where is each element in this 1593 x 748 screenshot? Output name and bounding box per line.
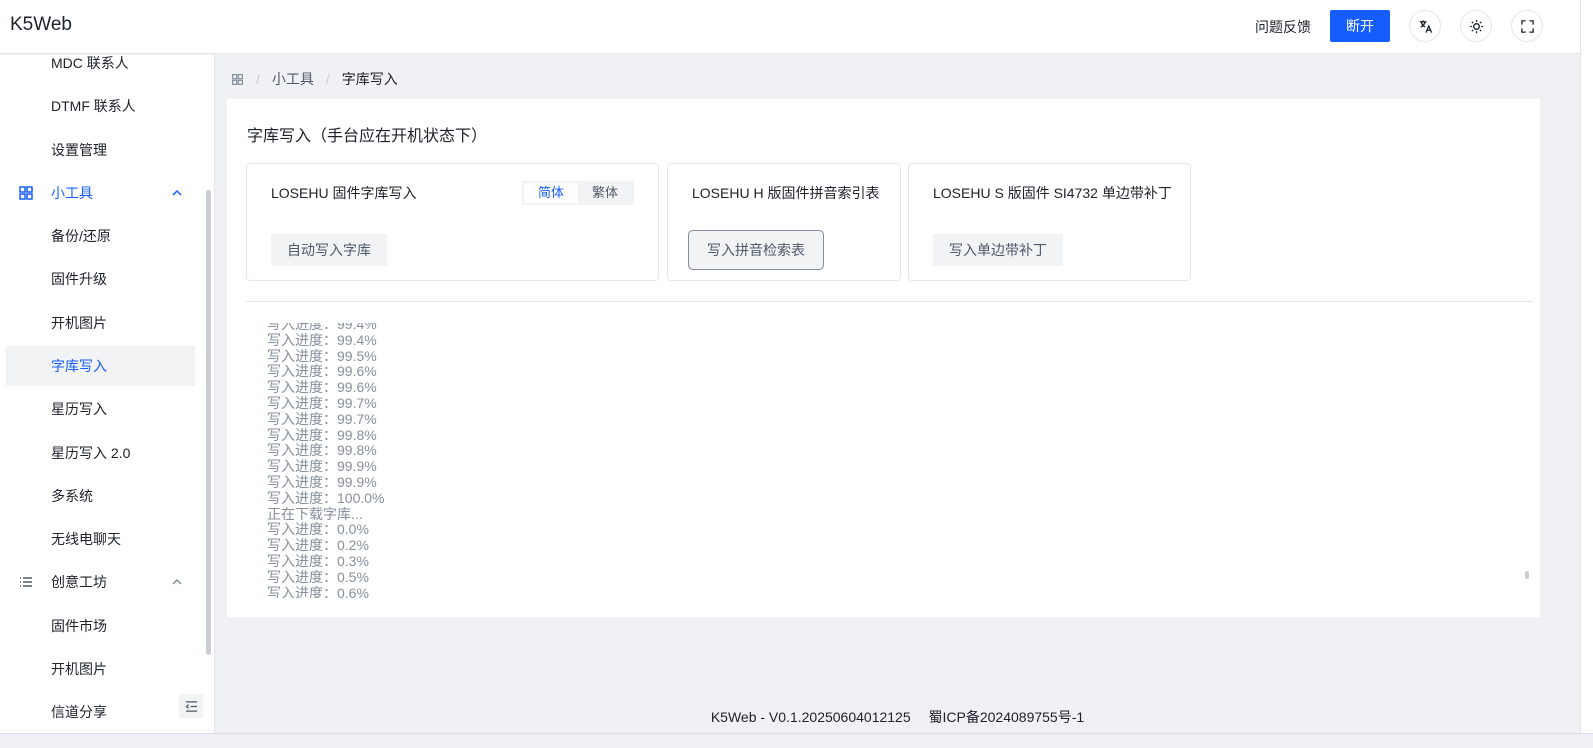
sidebar-scrollbar[interactable] xyxy=(206,190,211,655)
footer-icp[interactable]: 蜀ICP备2024089755号-1 xyxy=(929,709,1085,725)
theme-sun-icon xyxy=(1469,19,1483,33)
breadcrumb-current: 字库写入 xyxy=(341,71,398,87)
log-line: 写入进度：99.6% xyxy=(267,379,377,396)
sidebar-item-boot-image[interactable]: 开机图片 xyxy=(6,303,195,343)
write-pinyin-index-button[interactable]: 写入拼音检索表 xyxy=(691,233,821,267)
tool-losehu-font: LOSEHU 固件字库写入 简体 繁体 自动写入字库 xyxy=(246,163,659,281)
footer-version: K5Web - V0.1.20250604012125 xyxy=(710,709,911,725)
write-log[interactable]: 写入进度：99.4% 写入进度：99.4% 写入进度：99.5% 写入进度：99.6%… xyxy=(267,323,1527,598)
apps-grid-icon xyxy=(19,186,33,200)
sidebar-group-workshop[interactable]: 创意工坊 xyxy=(6,562,195,602)
tool-title: LOSEHU S 版固件 SI4732 单边带补丁 xyxy=(933,185,1172,201)
log-line: 写入进度：99.4% xyxy=(267,331,377,348)
list-icon xyxy=(20,577,32,587)
chevron-up-icon xyxy=(172,578,182,585)
translate-button[interactable] xyxy=(1409,10,1441,42)
fullscreen-icon xyxy=(1520,19,1534,33)
breadcrumb: / 小工具 / 字库写入 xyxy=(231,69,398,89)
seg-traditional[interactable]: 繁体 xyxy=(578,183,632,203)
log-line: 写入进度：99.9% xyxy=(267,473,377,490)
log-line: 写入进度：99.9% xyxy=(267,458,377,475)
page-right-edge xyxy=(1580,0,1593,733)
app-logo: K5Web xyxy=(10,14,72,35)
breadcrumb-separator: / xyxy=(256,71,260,87)
sidebar: MDC 联系人 DTMF 联系人 设置管理 小工具 备份/还原 固件升级 开机图… xyxy=(0,55,215,733)
sidebar-item-multi-system[interactable]: 多系统 xyxy=(6,476,195,516)
sidebar-item-dtmf-contacts[interactable]: DTMF 联系人 xyxy=(6,86,195,126)
tool-losehu-h-pinyin: LOSEHU H 版固件拼音索引表 写入拼音检索表 xyxy=(667,163,901,281)
log-line: 写入进度：0.2% xyxy=(267,537,369,554)
script-toggle: 简体 繁体 xyxy=(521,181,634,205)
sidebar-item-ephemeris-write-2[interactable]: 星历写入 2.0 xyxy=(6,433,195,473)
fullscreen-button[interactable] xyxy=(1511,10,1543,42)
log-line: 写入进度：0.3% xyxy=(267,552,369,569)
sidebar-group-tools[interactable]: 小工具 xyxy=(6,173,195,213)
chevron-up-icon xyxy=(172,189,182,196)
log-scrollbar[interactable] xyxy=(1525,571,1529,579)
translate-icon xyxy=(1419,19,1432,33)
log-line: 写入进度：99.7% xyxy=(267,394,377,411)
log-line: 写入进度：99.5% xyxy=(267,347,377,364)
sidebar-item-font-write[interactable]: 字库写入 xyxy=(6,346,195,386)
divider xyxy=(246,301,1533,302)
sidebar-item-radio-chat[interactable]: 无线电聊天 xyxy=(6,519,195,559)
top-bar: K5Web 问题反馈 断开 xyxy=(0,0,1580,54)
page-title: 字库写入（手台应在开机状态下） xyxy=(247,128,488,145)
log-line: 写入进度：0.0% xyxy=(267,521,369,538)
disconnect-button[interactable]: 断开 xyxy=(1330,10,1390,42)
sidebar-item-channel-share[interactable]: 信道分享 xyxy=(6,692,195,732)
footer: K5Web - V0.1.20250604012125 蜀ICP备2024089… xyxy=(215,707,1580,727)
sidebar-item-settings[interactable]: 设置管理 xyxy=(6,130,195,170)
auto-write-font-button[interactable]: 自动写入字库 xyxy=(271,234,387,266)
sidebar-item-firmware-market[interactable]: 固件市场 xyxy=(6,606,195,646)
breadcrumb-separator: / xyxy=(325,71,330,87)
log-line: 写入进度：0.6% xyxy=(267,584,369,598)
log-lines: 写入进度：99.4% 写入进度：99.4% 写入进度：99.5% 写入进度：99.6%… xyxy=(267,323,384,598)
log-line: 正在下载字库... xyxy=(267,505,363,522)
sidebar-item-backup-restore[interactable]: 备份/还原 xyxy=(6,216,195,256)
log-line: 写入进度：99.6% xyxy=(267,363,377,380)
menu-fold-icon xyxy=(184,700,197,712)
log-line: 写入进度：100.0% xyxy=(267,489,385,506)
log-line: 写入进度：99.8% xyxy=(267,426,377,443)
breadcrumb-tools[interactable]: 小工具 xyxy=(272,69,314,89)
write-ssb-patch-button[interactable]: 写入单边带补丁 xyxy=(933,234,1063,266)
sidebar-item-workshop-boot-image[interactable]: 开机图片 xyxy=(6,649,195,689)
window-bottom-edge xyxy=(0,733,1593,748)
tool-title: LOSEHU 固件字库写入 xyxy=(271,185,417,201)
apps-grid-icon[interactable] xyxy=(231,73,244,86)
theme-button[interactable] xyxy=(1460,10,1492,42)
sidebar-item-mdc-contacts[interactable]: MDC 联系人 xyxy=(6,55,195,83)
feedback-link[interactable]: 问题反馈 xyxy=(1255,17,1311,37)
seg-simplified[interactable]: 简体 xyxy=(523,183,578,203)
log-line: 写入进度：99.7% xyxy=(267,410,377,427)
log-line: 写入进度：99.8% xyxy=(267,442,377,459)
sidebar-collapse-button[interactable] xyxy=(179,694,203,718)
sidebar-item-firmware-upgrade[interactable]: 固件升级 xyxy=(6,259,195,299)
font-write-card: 字库写入（手台应在开机状态下） LOSEHU 固件字库写入 简体 繁体 自动写入… xyxy=(227,99,1540,617)
tool-title: LOSEHU H 版固件拼音索引表 xyxy=(692,185,880,201)
log-line: 写入进度：0.5% xyxy=(267,568,369,585)
sidebar-item-ephemeris-write[interactable]: 星历写入 xyxy=(6,389,195,429)
tool-losehu-s-ssb: LOSEHU S 版固件 SI4732 单边带补丁 写入单边带补丁 xyxy=(908,163,1191,281)
